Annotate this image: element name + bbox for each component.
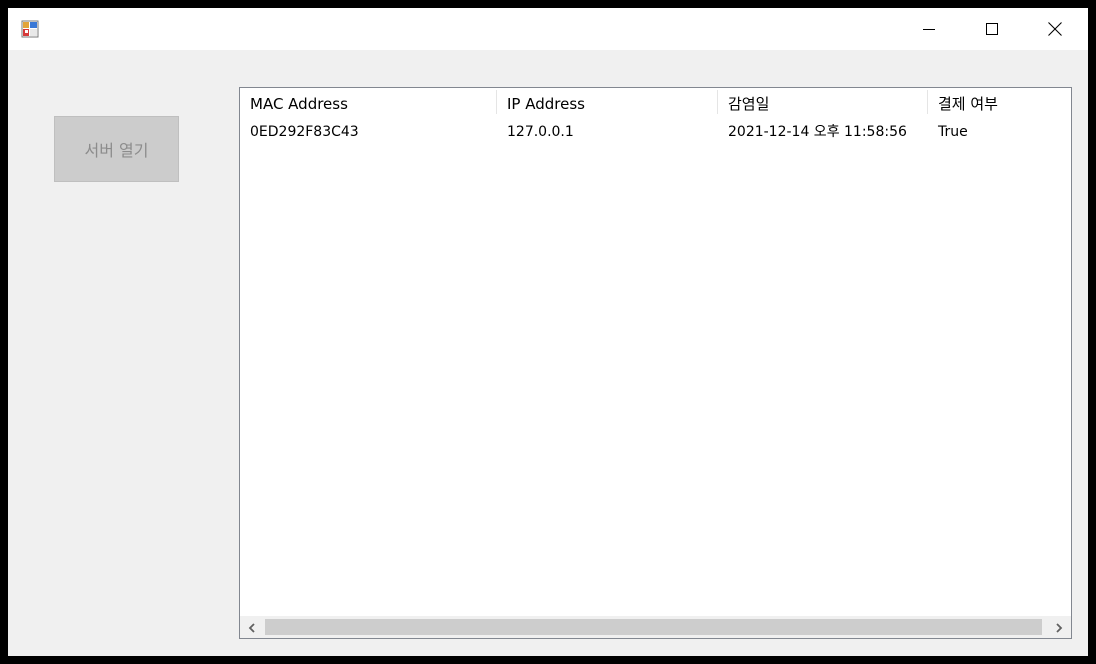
list-header: MAC Address IP Address 감염일 결제 여부 (240, 88, 1071, 114)
column-header-ip-address[interactable]: IP Address (497, 88, 718, 114)
scroll-left-button[interactable] (240, 616, 264, 638)
open-server-button[interactable]: 서버 열기 (54, 116, 179, 182)
horizontal-scrollbar[interactable] (240, 616, 1071, 638)
cell-payment-status: True (938, 124, 968, 140)
app-window-icon[interactable] (21, 20, 39, 38)
close-icon (1048, 22, 1062, 36)
maximize-icon (986, 23, 998, 35)
maximize-button[interactable] (969, 8, 1015, 50)
column-header-payment-status[interactable]: 결제 여부 (928, 88, 1071, 114)
close-button[interactable] (1032, 8, 1078, 50)
cell-mac-address: 0ED292F83C43 (250, 124, 359, 140)
open-server-button-label: 서버 열기 (84, 141, 149, 160)
minimize-button[interactable] (906, 8, 952, 50)
app-window: 서버 열기 MAC Address IP Address 감염일 결제 여부 0… (8, 8, 1088, 656)
title-bar[interactable] (8, 8, 1088, 50)
screen-frame: 서버 열기 MAC Address IP Address 감염일 결제 여부 0… (0, 0, 1096, 664)
column-header-infection-date[interactable]: 감염일 (718, 88, 928, 114)
table-row[interactable]: 0ED292F83C43 127.0.0.1 2021-12-14 오후 11:… (240, 118, 1071, 142)
cell-infection-date: 2021-12-14 오후 11:58:56 (728, 124, 907, 140)
scrollbar-thumb[interactable] (265, 619, 1042, 635)
chevron-right-icon (1055, 618, 1063, 637)
cell-ip-address: 127.0.0.1 (507, 124, 574, 140)
minimize-icon (923, 23, 935, 35)
chevron-left-icon (248, 618, 256, 637)
column-header-mac-address[interactable]: MAC Address (240, 88, 497, 114)
scroll-right-button[interactable] (1047, 616, 1071, 638)
client-list-view[interactable]: MAC Address IP Address 감염일 결제 여부 0ED292F… (239, 87, 1072, 639)
